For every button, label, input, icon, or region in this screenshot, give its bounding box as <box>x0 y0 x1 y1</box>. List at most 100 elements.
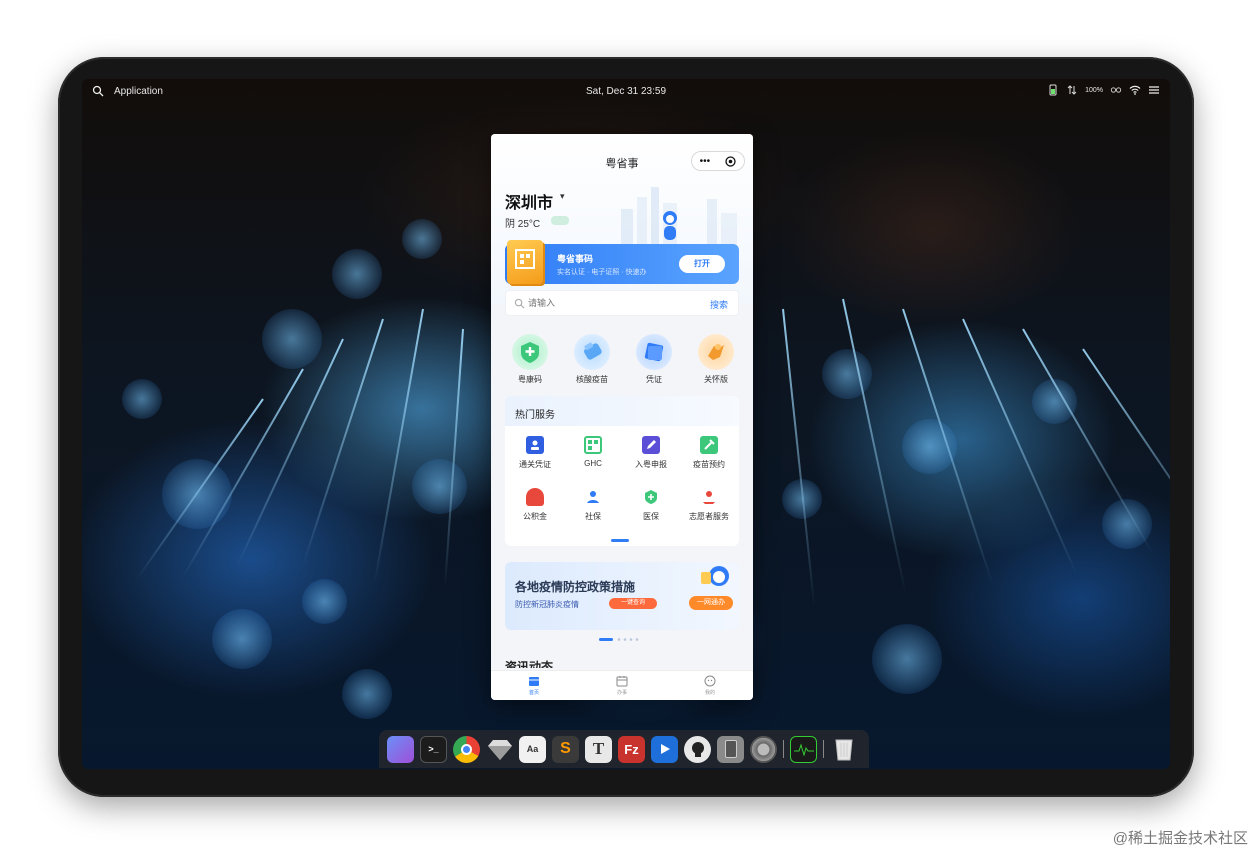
policy-promo-banner[interactable]: 各地疫情防控政策措施 防控新冠肺炎疫情 一键查询 一网通办 <box>505 562 739 630</box>
wallpaper-fiber <box>962 318 1078 576</box>
quicktime-icon[interactable] <box>651 735 678 763</box>
tablet-frame: Application Sat, Dec 31 23:59 100% 粤省事 •… <box>58 57 1194 797</box>
quick-entry-label: 关怀版 <box>704 375 728 384</box>
capsule-menu[interactable]: ••• <box>691 151 745 171</box>
service-label: 疫苗预约 <box>693 460 725 469</box>
city-selector[interactable]: 深圳市 <box>505 189 553 213</box>
search-button[interactable]: 搜索 <box>710 298 728 311</box>
network-activity-icon <box>1067 85 1077 95</box>
air-quality-badge <box>551 216 569 225</box>
quick-entry-certificate[interactable]: 凭证 <box>629 334 679 385</box>
service-label: 公积金 <box>523 512 547 521</box>
bottom-tab-bar: 首页 办事 我的 <box>491 670 753 700</box>
wallpaper-bokeh <box>212 609 272 669</box>
wallpaper-bokeh <box>412 459 467 514</box>
sublime-icon[interactable]: S <box>552 735 579 763</box>
promo-action-button[interactable]: 一网通办 <box>689 596 733 610</box>
tab-home[interactable]: 首页 <box>504 674 564 696</box>
service-label: 医保 <box>643 512 659 521</box>
service-medical-insurance[interactable]: 医保 <box>623 488 679 522</box>
clock[interactable]: Sat, Dec 31 23:59 <box>586 86 666 97</box>
volunteer-hand-icon <box>700 488 718 506</box>
search-icon <box>514 298 525 309</box>
hot-services-title: 热门服务 <box>515 410 555 421</box>
service-ghc[interactable]: GHC <box>565 436 621 468</box>
qr-card-icon <box>507 240 543 284</box>
vaccine-icon <box>574 334 610 370</box>
city-skyline-illustration <box>621 187 737 249</box>
wallpaper-bokeh <box>302 579 347 624</box>
service-label: 入粤申报 <box>635 460 667 469</box>
quick-entry-care-edition[interactable]: 关怀版 <box>691 334 741 385</box>
sketch-icon[interactable] <box>486 736 513 763</box>
wallpaper-bokeh <box>402 219 442 259</box>
tab-mine[interactable]: 我的 <box>680 674 740 696</box>
mini-program-window: 粤省事 ••• 深圳市 ▾ 阴 25°C 粤省事码 实名认证 · 电子证照 · … <box>491 134 753 700</box>
mascot-illustration <box>663 211 677 240</box>
quick-entry-label: 核酸疫苗 <box>576 375 608 384</box>
banner-subtitle: 实名认证 · 电子证照 · 快速办 <box>557 269 647 276</box>
weather-info: 阴 25°C <box>505 219 541 230</box>
open-code-button[interactable]: 打开 <box>679 255 725 273</box>
terminal-icon[interactable]: >_ <box>420 735 447 763</box>
wallpaper-fiber <box>782 308 816 608</box>
search-input[interactable] <box>528 298 648 308</box>
typora-icon[interactable]: T <box>585 735 612 763</box>
wallpaper-bokeh <box>262 309 322 369</box>
filezilla-icon[interactable]: Fz <box>618 735 645 763</box>
service-vaccine-appointment[interactable]: 疫苗预约 <box>681 436 737 470</box>
watermark: @稀土掘金技术社区 <box>1112 830 1248 847</box>
dock-separator <box>783 740 784 758</box>
battery-indicator-icon <box>1049 84 1057 96</box>
menu-icon[interactable] <box>1148 84 1160 96</box>
tab-label: 办事 <box>616 690 627 696</box>
github-icon[interactable] <box>684 735 711 763</box>
activity-monitor-icon[interactable] <box>790 735 817 763</box>
chevron-down-icon[interactable]: ▾ <box>560 191 565 202</box>
quick-entry-health-code[interactable]: 粤康码 <box>505 334 555 385</box>
wallpaper-fiber <box>135 398 264 580</box>
service-social-security[interactable]: 社保 <box>565 488 621 522</box>
top-bar: Application Sat, Dec 31 23:59 100% <box>82 79 1170 105</box>
more-button[interactable]: ••• <box>700 156 711 167</box>
service-clearance-certificate[interactable]: 通关凭证 <box>507 436 563 470</box>
remote-icon[interactable] <box>717 735 744 763</box>
service-volunteer[interactable]: 志愿者服务 <box>681 488 737 522</box>
wallpaper-bokeh <box>342 669 392 719</box>
system-preferences-icon[interactable] <box>750 735 777 763</box>
wallpaper-fiber <box>842 298 907 593</box>
service-entry-declaration[interactable]: 入粤申报 <box>623 436 679 470</box>
qr-scan-icon <box>584 436 602 454</box>
promo-subtitle: 防控新冠肺炎疫情 <box>515 600 579 609</box>
service-label: GHC <box>584 459 602 468</box>
tab-label: 首页 <box>528 690 539 696</box>
health-shield-icon <box>512 334 548 370</box>
wallpaper-fiber <box>443 328 464 589</box>
service-label: 通关凭证 <box>519 460 551 469</box>
promo-title: 各地疫情防控政策措施 <box>515 580 636 594</box>
quick-entry-nucleic-vaccine[interactable]: 核酸疫苗 <box>567 334 617 385</box>
promo-query-chip[interactable]: 一键查询 <box>609 598 657 609</box>
calendar-icon <box>615 674 629 688</box>
certificate-icon <box>636 334 672 370</box>
banner-title: 粤省事码 <box>557 254 594 264</box>
finder-icon[interactable] <box>387 735 414 763</box>
service-housing-fund[interactable]: 公积金 <box>507 488 563 522</box>
search-bar[interactable]: 搜索 <box>505 290 739 316</box>
wallpaper-bokeh <box>122 379 162 419</box>
id-card-icon <box>526 436 544 454</box>
wallpaper-bokeh <box>332 249 382 299</box>
syringe-icon <box>700 436 718 454</box>
wifi-icon[interactable] <box>1129 84 1141 96</box>
care-hands-icon <box>698 334 734 370</box>
tab-label: 我的 <box>704 690 715 696</box>
preview-icon[interactable]: Aa <box>519 735 546 763</box>
trash-icon[interactable] <box>830 736 857 763</box>
wallpaper-fiber <box>373 308 424 585</box>
tab-services[interactable]: 办事 <box>592 674 652 696</box>
screenshot-stage: Application Sat, Dec 31 23:59 100% 粤省事 •… <box>0 0 1256 856</box>
close-target-icon[interactable] <box>725 155 737 167</box>
wallpaper-bokeh <box>822 349 872 399</box>
carousel-dots <box>599 638 639 641</box>
chrome-icon[interactable] <box>453 735 480 763</box>
